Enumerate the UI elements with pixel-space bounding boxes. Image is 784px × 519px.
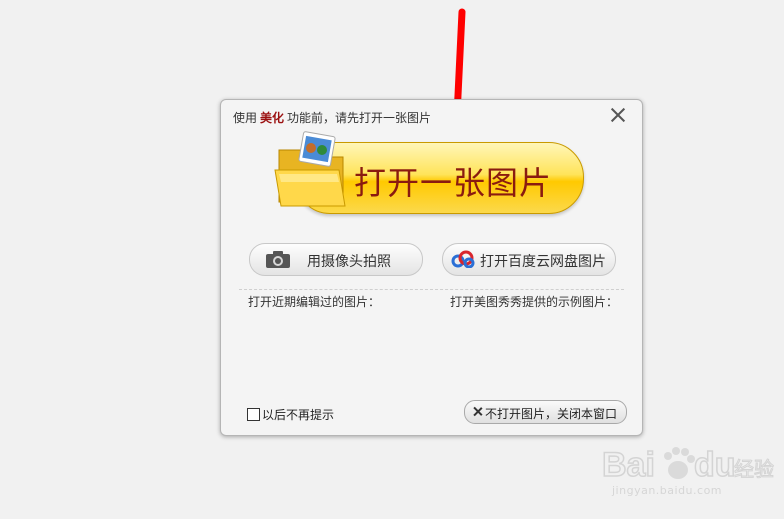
paw-icon	[664, 447, 695, 479]
watermark-url: jingyan.baidu.com	[612, 484, 723, 497]
camera-icon	[266, 251, 290, 268]
baidu-cloud-button[interactable]: 打开百度云网盘图片	[442, 243, 616, 276]
hint-prefix: 使用	[233, 111, 258, 125]
recent-images-label: 打开近期编辑过的图片：	[248, 295, 381, 309]
hint-suffix: 功能前，请先打开一张图片	[287, 111, 432, 125]
section-divider	[239, 289, 624, 290]
example-images-label: 打开美图秀秀提供的示例图片：	[450, 295, 619, 309]
no-remind-checkbox[interactable]	[247, 408, 260, 421]
no-remind-option[interactable]: 以后不再提示	[247, 406, 334, 423]
open-image-dialog: 使用 美化 功能前，请先打开一张图片 打开一张图片 用摄像头拍照 打开百度云网盘图片…	[220, 99, 643, 436]
svg-text:du: du	[694, 446, 736, 484]
close-without-opening-label: 不打开图片，关闭本窗口	[485, 407, 618, 421]
no-remind-label: 以后不再提示	[262, 408, 335, 422]
svg-text:Bai: Bai	[602, 446, 655, 484]
close-without-opening-button[interactable]: 不打开图片，关闭本窗口	[464, 400, 627, 424]
camera-label: 用摄像头拍照	[307, 254, 391, 270]
svg-text:经验: 经验	[734, 457, 774, 481]
close-icon[interactable]	[608, 105, 628, 125]
cloud-label: 打开百度云网盘图片	[480, 254, 606, 270]
dialog-hint: 使用 美化 功能前，请先打开一张图片	[233, 109, 431, 126]
folder-icon	[274, 131, 346, 207]
open-image-label: 打开一张图片	[354, 164, 553, 202]
x-icon	[473, 406, 483, 416]
hint-highlight: 美化	[260, 111, 285, 125]
cloud-icon	[451, 250, 475, 268]
camera-button[interactable]: 用摄像头拍照	[249, 243, 423, 276]
